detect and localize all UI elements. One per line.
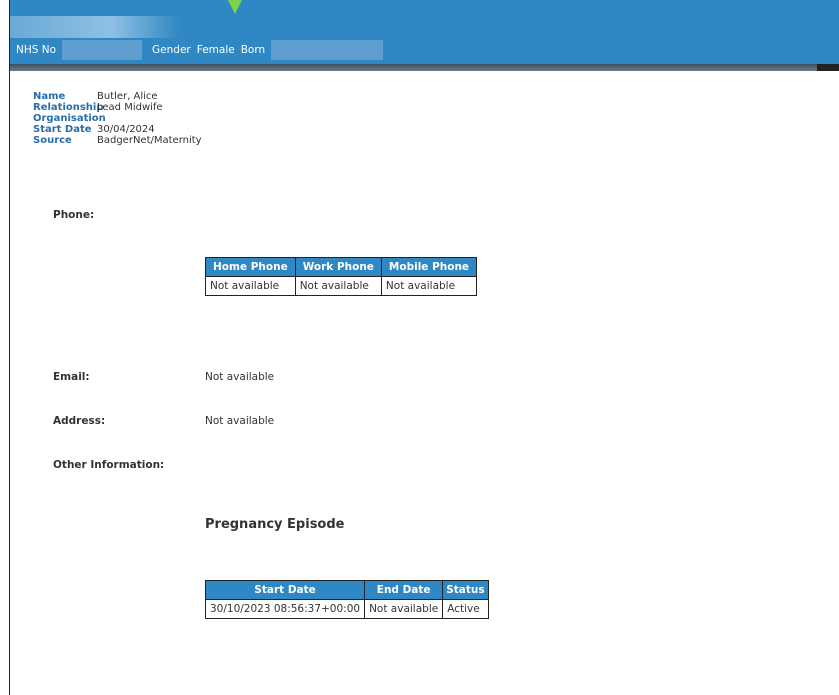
detail-value: 30/04/2024 [97, 124, 155, 135]
detail-key: Organisation [33, 113, 106, 124]
other-information-label: Other Information: [53, 459, 165, 471]
email-value: Not available [205, 371, 275, 383]
table-cell: 30/10/2023 08:56:37+00:00 [204, 599, 366, 619]
detail-key: Start Date [33, 124, 92, 135]
address-value: Not available [205, 415, 275, 427]
redacted-birth-date [271, 40, 384, 60]
table-cell: Not available [205, 276, 296, 296]
column-header: Mobile Phone [380, 257, 478, 277]
born-label: Born [240, 44, 266, 56]
window-border [9, 0, 10, 695]
redacted-patient-name [10, 16, 180, 38]
detail-row-source: Source BadgerNet/Maternity [33, 135, 202, 146]
detail-key: Source [33, 135, 72, 146]
column-header: Work Phone [294, 257, 382, 277]
detail-row-organisation: Organisation [33, 113, 202, 124]
email-label: Email: [53, 371, 90, 383]
contact-details: Name Butler, Alice Relationship Lead Midwi… [33, 91, 202, 146]
column-header: Home Phone [205, 257, 296, 277]
table-cell: Not available [364, 599, 444, 619]
table-cell: Not available [294, 276, 382, 296]
column-header: Start Date [204, 580, 366, 600]
patient-banner-row: NHS No Gender Female Born [16, 40, 384, 60]
redacted-nhs-number [62, 40, 143, 60]
table-row: 30/10/2023 08:56:37+00:00 Not available … [204, 599, 489, 619]
phone-table: Home Phone Work Phone Mobile Phone Not a… [205, 257, 478, 296]
banner-divider [10, 64, 839, 71]
detail-value: Butler, Alice [97, 91, 158, 102]
detail-row-name: Name Butler, Alice [33, 91, 202, 102]
table-row: Not available Not available Not availabl… [205, 276, 478, 296]
detail-value: BadgerNet/Maternity [97, 135, 202, 146]
detail-row-relationship: Relationship Lead Midwife [33, 102, 202, 113]
detail-value: Lead Midwife [97, 102, 163, 113]
pregnancy-episode-heading: Pregnancy Episode [205, 517, 345, 532]
column-header: Status [442, 580, 489, 600]
pregnancy-table-header: Start Date End Date Status [204, 580, 489, 600]
phone-label: Phone: [53, 209, 95, 221]
table-cell: Active [442, 599, 489, 619]
column-header: End Date [364, 580, 444, 600]
gender-value: Female [196, 44, 235, 56]
phone-table-header: Home Phone Work Phone Mobile Phone [205, 257, 478, 277]
nhs-number-label: NHS No [16, 44, 57, 56]
pregnancy-episode-table: Start Date End Date Status 30/10/2023 08… [204, 580, 489, 619]
address-label: Address: [53, 415, 106, 427]
gender-label: Gender [152, 44, 191, 56]
table-cell: Not available [380, 276, 478, 296]
detail-row-start-date: Start Date 30/04/2024 [33, 124, 202, 135]
detail-key: Name [33, 91, 66, 102]
detail-key: Relationship [33, 102, 104, 113]
pointer-arrow-icon [228, 0, 242, 14]
